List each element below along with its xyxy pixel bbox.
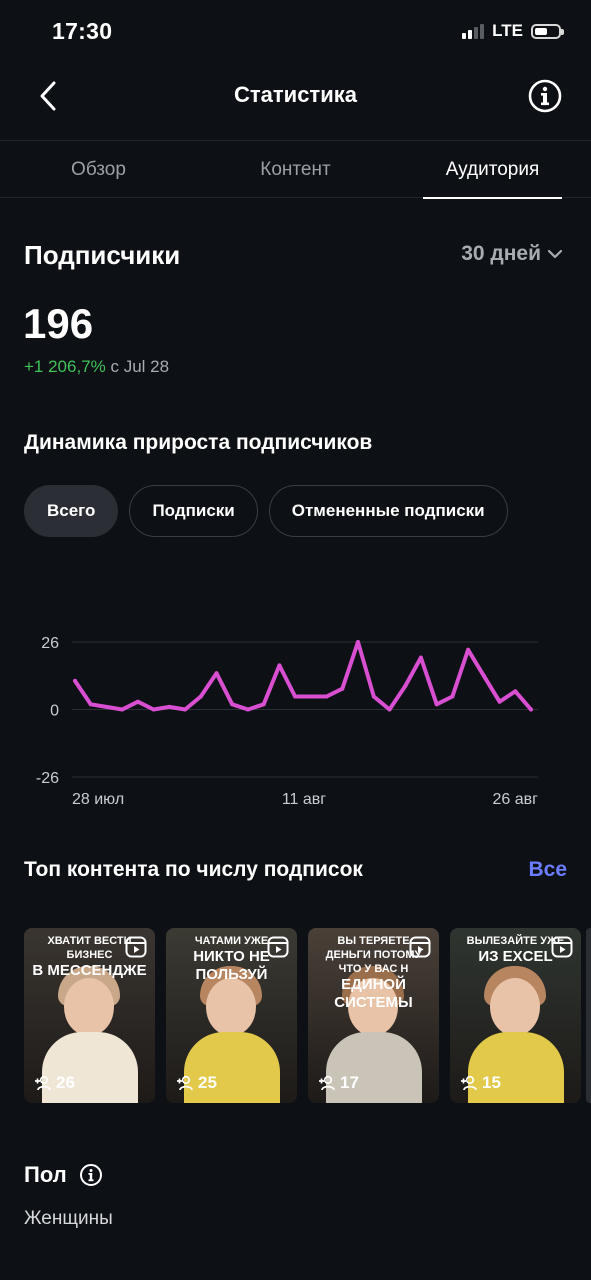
chart-data-point	[293, 694, 298, 699]
follow-count-value: 17	[340, 1073, 359, 1092]
chart-data-point	[135, 699, 140, 704]
content-thumbnail[interactable]: Вы теряете деньги потому что у вас н един…	[308, 928, 439, 1103]
signal-icon	[462, 23, 485, 39]
next-thumbnail-peek[interactable]	[586, 928, 591, 1103]
chart-data-point	[277, 663, 282, 668]
growth-since: с Jul 28	[110, 357, 170, 376]
caption-big: единой системы	[334, 976, 413, 1011]
chart-data-point	[246, 707, 250, 712]
status-time: 17:30	[52, 18, 113, 44]
status-bar: 17:30 LTE	[0, 0, 591, 64]
chip-all[interactable]: Всего	[24, 485, 119, 537]
chart-data-point	[403, 684, 408, 689]
reels-icon	[267, 936, 289, 958]
thumbnail-figure-face	[64, 978, 114, 1036]
chart-data-point	[120, 707, 125, 712]
tab-overview[interactable]: Обзор	[0, 141, 197, 198]
thumbnail-follow-count: 26	[34, 1073, 75, 1093]
top-bar: Статистика	[0, 64, 591, 128]
person-add-icon	[177, 1075, 193, 1091]
chart-data-point	[261, 702, 266, 707]
chart-data-point	[434, 702, 439, 707]
top-content-list: Хватит вести бизнес в мессендже 26 чатами у…	[24, 928, 581, 1103]
chip-follows[interactable]: Подписки	[129, 485, 258, 537]
subscriber-count: 196	[23, 300, 94, 347]
subscriber-growth-chart: 26 0 -26 28 июл 11 авг 26 авг	[0, 610, 591, 820]
subscribers-title: Подписчики	[24, 240, 181, 270]
chart-data-point	[497, 699, 502, 704]
chart-data-point	[387, 707, 392, 712]
line-chart-svg: 26 0 -26 28 июл 11 авг 26 авг	[36, 635, 539, 808]
follow-count-value: 15	[482, 1073, 501, 1092]
chart-data-point	[450, 694, 455, 699]
x-tick-label: 11 авг	[282, 791, 326, 808]
reels-icon	[409, 936, 431, 958]
content-thumbnail[interactable]: Вылезайте уже из Excel 15	[450, 928, 581, 1103]
tab-content[interactable]: Контент	[197, 141, 394, 198]
info-button[interactable]	[527, 78, 563, 114]
chart-data-point	[230, 702, 235, 707]
status-indicators: LTE	[462, 21, 564, 41]
chart-data-point	[356, 640, 360, 644]
chart-data-point	[481, 673, 486, 678]
reels-icon	[125, 936, 147, 958]
chart-series-line	[73, 640, 533, 712]
chart-data-point	[324, 694, 329, 699]
dynamics-title: Динамика прироста подписчиков	[24, 431, 373, 454]
chart-data-point	[167, 704, 172, 709]
thumbnail-figure-face	[490, 978, 540, 1036]
person-add-icon	[461, 1075, 477, 1091]
chart-data-point	[88, 702, 93, 707]
y-tick-label: 0	[50, 703, 59, 720]
gender-section: Пол	[24, 1162, 103, 1188]
network-type: LTE	[492, 21, 523, 40]
battery-icon	[531, 23, 564, 39]
page-title: Статистика	[234, 82, 357, 107]
chart-data-point	[214, 671, 219, 676]
thumbnail-follow-count: 15	[460, 1073, 501, 1093]
chart-data-point	[418, 655, 423, 660]
reels-icon	[551, 936, 573, 958]
chart-data-point	[183, 707, 188, 712]
chart-data-point	[198, 694, 203, 699]
info-icon[interactable]	[79, 1163, 103, 1187]
chart-data-point	[513, 689, 518, 694]
period-label: 30 дней	[461, 242, 541, 265]
chart-data-point	[73, 678, 77, 683]
y-tick-label: -26	[36, 770, 59, 787]
follow-count-value: 26	[56, 1073, 75, 1092]
growth-percent: +1 206,7%	[24, 357, 106, 376]
person-add-icon	[319, 1075, 335, 1091]
caption-big: в мессендже	[32, 962, 147, 979]
chip-unfollows[interactable]: Отмененные подписки	[268, 485, 508, 537]
gender-title: Пол	[24, 1162, 67, 1187]
content-thumbnail[interactable]: Хватит вести бизнес в мессендже 26	[24, 928, 155, 1103]
chart-data-point	[371, 694, 376, 699]
chart-data-point	[529, 707, 533, 712]
top-content-title: Топ контента по числу подписок	[24, 858, 363, 881]
content-thumbnail[interactable]: чатами уже никто не пользуй 25	[166, 928, 297, 1103]
gender-value: Женщины	[24, 1208, 113, 1229]
tab-bar: Обзор Контент Аудитория	[0, 140, 591, 199]
chart-data-point	[340, 686, 345, 691]
x-tick-label: 28 июл	[72, 791, 124, 808]
chart-data-point	[151, 707, 156, 712]
chevron-down-icon	[547, 249, 563, 259]
thumbnail-follow-count: 17	[318, 1073, 359, 1093]
see-all-link[interactable]: Все	[528, 858, 567, 882]
thumbnail-follow-count: 25	[176, 1073, 217, 1093]
info-icon	[528, 79, 562, 113]
tab-audience[interactable]: Аудитория	[423, 141, 562, 199]
growth-line: +1 206,7% с Jul 28	[24, 357, 169, 377]
thumbnail-figure-face	[206, 978, 256, 1036]
follow-count-value: 25	[198, 1073, 217, 1092]
x-tick-label: 26 авг	[493, 791, 539, 808]
person-add-icon	[35, 1075, 51, 1091]
chart-data-point	[308, 694, 313, 699]
period-selector[interactable]: 30 дней	[461, 242, 563, 266]
chart-data-point	[104, 704, 109, 709]
chart-data-point	[466, 647, 471, 652]
filter-chips: Всего Подписки Отмененные подписки	[24, 485, 508, 537]
y-tick-label: 26	[41, 635, 59, 652]
